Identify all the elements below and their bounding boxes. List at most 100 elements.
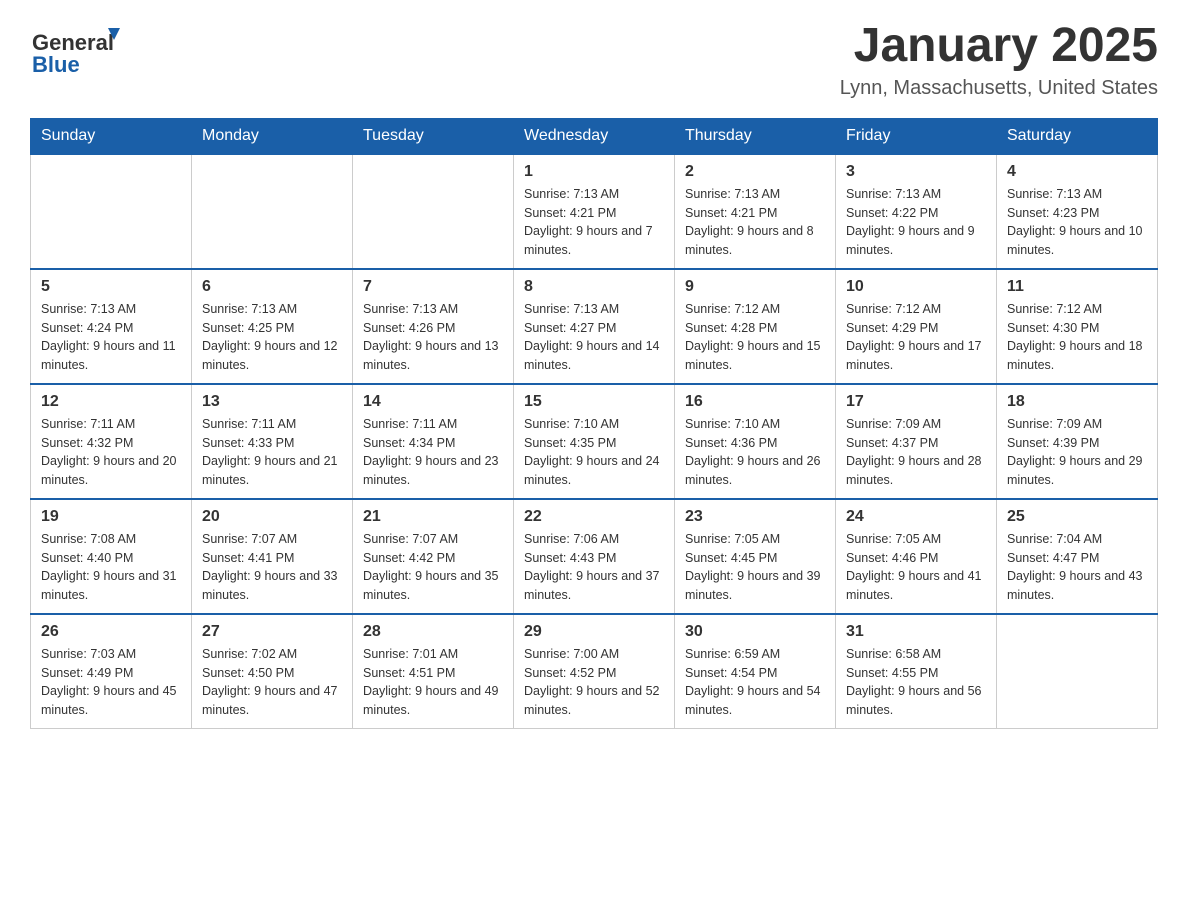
day-info: Sunrise: 7:11 AM Sunset: 4:33 PM Dayligh… <box>202 415 342 490</box>
day-number: 31 <box>846 623 986 641</box>
day-number: 3 <box>846 163 986 181</box>
calendar-cell: 9 Sunrise: 7:12 AM Sunset: 4:28 PM Daylig… <box>675 269 836 384</box>
calendar-week-row: 19 Sunrise: 7:08 AM Sunset: 4:40 PM Dayli… <box>31 499 1158 614</box>
calendar-cell: 14 Sunrise: 7:11 AM Sunset: 4:34 PM Dayli… <box>353 384 514 499</box>
day-info: Sunrise: 7:13 AM Sunset: 4:21 PM Dayligh… <box>685 185 825 260</box>
day-number: 15 <box>524 393 664 411</box>
logo: General Blue <box>30 20 140 80</box>
calendar-cell: 13 Sunrise: 7:11 AM Sunset: 4:33 PM Dayli… <box>192 384 353 499</box>
day-number: 10 <box>846 278 986 296</box>
day-info: Sunrise: 7:04 AM Sunset: 4:47 PM Dayligh… <box>1007 530 1147 605</box>
day-info: Sunrise: 7:00 AM Sunset: 4:52 PM Dayligh… <box>524 645 664 720</box>
day-info: Sunrise: 7:09 AM Sunset: 4:39 PM Dayligh… <box>1007 415 1147 490</box>
calendar-cell: 4 Sunrise: 7:13 AM Sunset: 4:23 PM Daylig… <box>997 154 1158 269</box>
day-number: 20 <box>202 508 342 526</box>
day-number: 5 <box>41 278 181 296</box>
calendar-cell: 3 Sunrise: 7:13 AM Sunset: 4:22 PM Daylig… <box>836 154 997 269</box>
day-info: Sunrise: 6:58 AM Sunset: 4:55 PM Dayligh… <box>846 645 986 720</box>
day-number: 28 <box>363 623 503 641</box>
day-info: Sunrise: 7:10 AM Sunset: 4:36 PM Dayligh… <box>685 415 825 490</box>
calendar-cell: 30 Sunrise: 6:59 AM Sunset: 4:54 PM Dayli… <box>675 614 836 729</box>
weekday-header-monday: Monday <box>192 118 353 154</box>
day-info: Sunrise: 7:05 AM Sunset: 4:46 PM Dayligh… <box>846 530 986 605</box>
day-number: 12 <box>41 393 181 411</box>
day-number: 14 <box>363 393 503 411</box>
day-info: Sunrise: 7:12 AM Sunset: 4:29 PM Dayligh… <box>846 300 986 375</box>
calendar-cell: 17 Sunrise: 7:09 AM Sunset: 4:37 PM Dayli… <box>836 384 997 499</box>
weekday-header-row: SundayMondayTuesdayWednesdayThursdayFrid… <box>31 118 1158 154</box>
calendar-cell: 2 Sunrise: 7:13 AM Sunset: 4:21 PM Daylig… <box>675 154 836 269</box>
weekday-header-tuesday: Tuesday <box>353 118 514 154</box>
calendar-table: SundayMondayTuesdayWednesdayThursdayFrid… <box>30 118 1158 729</box>
day-number: 9 <box>685 278 825 296</box>
day-number: 18 <box>1007 393 1147 411</box>
calendar-week-row: 26 Sunrise: 7:03 AM Sunset: 4:49 PM Dayli… <box>31 614 1158 729</box>
calendar-cell: 21Sunrise: 7:07 AM Sunset: 4:42 PM Dayli… <box>353 499 514 614</box>
day-info: Sunrise: 7:12 AM Sunset: 4:30 PM Dayligh… <box>1007 300 1147 375</box>
day-number: 29 <box>524 623 664 641</box>
day-info: Sunrise: 7:06 AM Sunset: 4:43 PM Dayligh… <box>524 530 664 605</box>
calendar-cell: 29 Sunrise: 7:00 AM Sunset: 4:52 PM Dayli… <box>514 614 675 729</box>
day-number: 16 <box>685 393 825 411</box>
calendar-cell: 31 Sunrise: 6:58 AM Sunset: 4:55 PM Dayli… <box>836 614 997 729</box>
calendar-week-row: 1 Sunrise: 7:13 AM Sunset: 4:21 PM Daylig… <box>31 154 1158 269</box>
weekday-header-sunday: Sunday <box>31 118 192 154</box>
calendar-cell: 23 Sunrise: 7:05 AM Sunset: 4:45 PM Dayli… <box>675 499 836 614</box>
weekday-header-wednesday: Wednesday <box>514 118 675 154</box>
calendar-cell: 19 Sunrise: 7:08 AM Sunset: 4:40 PM Dayli… <box>31 499 192 614</box>
day-number: 17 <box>846 393 986 411</box>
day-info: Sunrise: 7:13 AM Sunset: 4:23 PM Dayligh… <box>1007 185 1147 260</box>
calendar-week-row: 12 Sunrise: 7:11 AM Sunset: 4:32 PM Dayli… <box>31 384 1158 499</box>
day-info: Sunrise: 7:11 AM Sunset: 4:34 PM Dayligh… <box>363 415 503 490</box>
day-number: 8 <box>524 278 664 296</box>
day-info: Sunrise: 7:11 AM Sunset: 4:32 PM Dayligh… <box>41 415 181 490</box>
day-info: Sunrise: 7:01 AM Sunset: 4:51 PM Dayligh… <box>363 645 503 720</box>
calendar-cell <box>192 154 353 269</box>
day-number: 6 <box>202 278 342 296</box>
day-info: Sunrise: 7:03 AM Sunset: 4:49 PM Dayligh… <box>41 645 181 720</box>
day-info: Sunrise: 7:02 AM Sunset: 4:50 PM Dayligh… <box>202 645 342 720</box>
day-info: Sunrise: 7:05 AM Sunset: 4:45 PM Dayligh… <box>685 530 825 605</box>
calendar-cell: 27 Sunrise: 7:02 AM Sunset: 4:50 PM Dayli… <box>192 614 353 729</box>
logo-text: General Blue <box>30 20 140 80</box>
calendar-cell <box>31 154 192 269</box>
day-info: Sunrise: 7:13 AM Sunset: 4:21 PM Dayligh… <box>524 185 664 260</box>
day-number: 22 <box>524 508 664 526</box>
day-info: Sunrise: 7:09 AM Sunset: 4:37 PM Dayligh… <box>846 415 986 490</box>
calendar-header: SundayMondayTuesdayWednesdayThursdayFrid… <box>31 118 1158 154</box>
calendar-cell: 28 Sunrise: 7:01 AM Sunset: 4:51 PM Dayli… <box>353 614 514 729</box>
calendar-week-row: 5Sunrise: 7:13 AM Sunset: 4:24 PM Daylig… <box>31 269 1158 384</box>
day-info: Sunrise: 7:07 AM Sunset: 4:41 PM Dayligh… <box>202 530 342 605</box>
weekday-header-thursday: Thursday <box>675 118 836 154</box>
day-number: 4 <box>1007 163 1147 181</box>
calendar-cell <box>997 614 1158 729</box>
calendar-cell: 20 Sunrise: 7:07 AM Sunset: 4:41 PM Dayli… <box>192 499 353 614</box>
day-info: Sunrise: 7:07 AM Sunset: 4:42 PM Dayligh… <box>363 530 503 605</box>
day-info: Sunrise: 7:08 AM Sunset: 4:40 PM Dayligh… <box>41 530 181 605</box>
day-number: 26 <box>41 623 181 641</box>
day-number: 27 <box>202 623 342 641</box>
calendar-cell: 12 Sunrise: 7:11 AM Sunset: 4:32 PM Dayli… <box>31 384 192 499</box>
calendar-cell: 1 Sunrise: 7:13 AM Sunset: 4:21 PM Daylig… <box>514 154 675 269</box>
calendar-cell: 16 Sunrise: 7:10 AM Sunset: 4:36 PM Dayli… <box>675 384 836 499</box>
day-info: Sunrise: 6:59 AM Sunset: 4:54 PM Dayligh… <box>685 645 825 720</box>
calendar-cell: 6Sunrise: 7:13 AM Sunset: 4:25 PM Daylig… <box>192 269 353 384</box>
day-info: Sunrise: 7:12 AM Sunset: 4:28 PM Dayligh… <box>685 300 825 375</box>
calendar-cell: 15Sunrise: 7:10 AM Sunset: 4:35 PM Dayli… <box>514 384 675 499</box>
calendar-cell: 18 Sunrise: 7:09 AM Sunset: 4:39 PM Dayli… <box>997 384 1158 499</box>
calendar-cell <box>353 154 514 269</box>
day-number: 25 <box>1007 508 1147 526</box>
weekday-header-saturday: Saturday <box>997 118 1158 154</box>
day-info: Sunrise: 7:13 AM Sunset: 4:27 PM Dayligh… <box>524 300 664 375</box>
day-number: 23 <box>685 508 825 526</box>
calendar-cell: 25 Sunrise: 7:04 AM Sunset: 4:47 PM Dayli… <box>997 499 1158 614</box>
day-number: 2 <box>685 163 825 181</box>
location: Lynn, Massachusetts, United States <box>840 77 1158 100</box>
day-number: 13 <box>202 393 342 411</box>
day-number: 24 <box>846 508 986 526</box>
calendar-body: 1 Sunrise: 7:13 AM Sunset: 4:21 PM Daylig… <box>31 154 1158 729</box>
day-info: Sunrise: 7:13 AM Sunset: 4:22 PM Dayligh… <box>846 185 986 260</box>
day-number: 1 <box>524 163 664 181</box>
day-number: 19 <box>41 508 181 526</box>
day-number: 30 <box>685 623 825 641</box>
